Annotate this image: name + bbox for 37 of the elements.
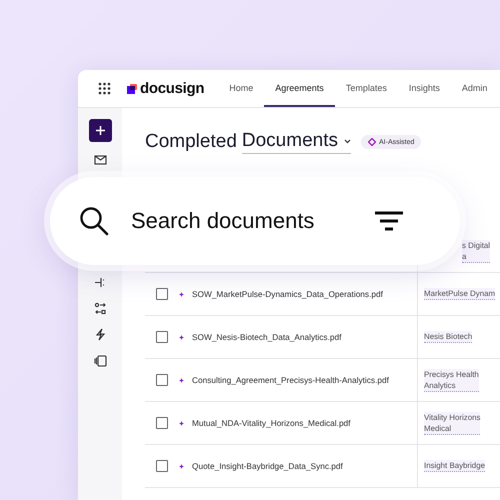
sparkle-icon xyxy=(368,138,376,146)
plus-icon xyxy=(94,125,106,136)
swap-icon[interactable] xyxy=(94,302,106,315)
row-checkbox[interactable] xyxy=(156,374,168,386)
app-grid-icon[interactable] xyxy=(98,82,111,95)
sparkle-icon xyxy=(179,420,184,426)
file-name[interactable]: Mutual_NDA-Vitality_Horizons_Medical.pdf xyxy=(192,418,350,428)
copies-icon[interactable] xyxy=(94,354,106,367)
nav-tab[interactable]: Home xyxy=(218,70,264,107)
file-name[interactable]: Consulting_Agreement_Precisys-Health-Analytics.pdf xyxy=(192,375,389,385)
sparkle-icon xyxy=(179,464,184,468)
nav-tab[interactable]: Agreements xyxy=(264,70,335,107)
sparkle-icon xyxy=(179,378,184,382)
filter-icon[interactable] xyxy=(375,211,403,231)
row-checkbox[interactable] xyxy=(156,460,168,472)
chevron-down-icon xyxy=(344,138,351,144)
sparkle-icon xyxy=(179,292,184,296)
file-name[interactable]: Quote_Insight-Baybridge_Data_Sync.pdf xyxy=(192,461,343,471)
page-title: Completed xyxy=(145,131,237,153)
logo-text: docusign xyxy=(140,80,204,97)
view-dropdown[interactable]: Documents xyxy=(242,130,351,154)
nav-tab[interactable]: Insights xyxy=(398,70,451,107)
envelope-icon[interactable] xyxy=(94,154,106,167)
branch-icon[interactable] xyxy=(94,276,106,289)
file-name[interactable]: SOW_MarketPulse-Dynamics_Data_Operations.pdf xyxy=(192,289,383,299)
search-field[interactable]: Search documents xyxy=(131,208,361,234)
logo-mark-icon xyxy=(127,84,137,94)
sparkle-icon xyxy=(179,334,184,340)
lightning-icon[interactable] xyxy=(94,328,106,341)
row-checkbox[interactable] xyxy=(156,331,168,343)
row-checkbox[interactable] xyxy=(156,288,168,300)
nav-tab[interactable]: Templates xyxy=(334,70,398,107)
nav-tab[interactable]: Admin xyxy=(450,70,498,107)
search-icon xyxy=(79,206,109,236)
new-button[interactable] xyxy=(88,119,112,142)
file-name[interactable]: SOW_Nesis-Biotech_Data_Analytics.pdf xyxy=(192,332,342,342)
row-checkbox[interactable] xyxy=(156,417,168,429)
